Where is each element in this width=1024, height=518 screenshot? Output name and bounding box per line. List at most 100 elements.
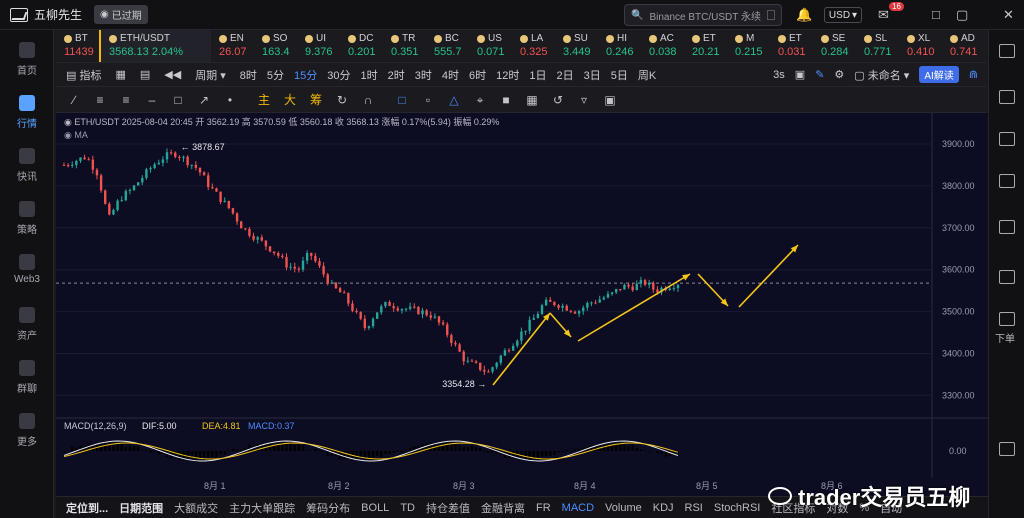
bottom-item-0[interactable]: 定位到... [66, 500, 108, 516]
ticker-item[interactable]: EN 26.07 [211, 30, 254, 62]
restore-icon[interactable]: ▢ [956, 7, 968, 23]
ticker-item[interactable]: XL 0.410 [899, 30, 942, 62]
bottom-item-13[interactable]: RSI [685, 502, 703, 514]
filter-icon[interactable]: ▿ [576, 93, 592, 107]
interval-4[interactable]: 1时 [361, 67, 378, 83]
arrow-tool-icon[interactable]: ↗ [196, 93, 212, 107]
interval-11[interactable]: 2日 [557, 67, 574, 83]
ticker-item[interactable]: AC 0.038 [641, 30, 684, 62]
interval-9[interactable]: 12时 [496, 67, 519, 83]
ticker-item[interactable]: SO 163.4 [254, 30, 297, 62]
search-input[interactable]: 🔍 Binance BTC/USDT 永续 [624, 4, 782, 26]
sidebar-item-3[interactable]: 策略 [0, 201, 54, 236]
layout-icon[interactable] [999, 270, 1015, 284]
calendar-icon[interactable] [999, 174, 1015, 188]
bottom-item-8[interactable]: 金融背离 [481, 500, 525, 516]
sidebar-item-4[interactable]: Web3 [0, 254, 54, 285]
ticker-item[interactable]: BT 11439 [56, 30, 99, 62]
measure-icon[interactable]: ↺ [550, 93, 566, 107]
sidebar-item-7[interactable]: 更多 [0, 413, 54, 448]
settings-icon[interactable]: ⚙ [834, 68, 844, 81]
ticker-item[interactable]: HI 0.246 [598, 30, 641, 62]
panel-icon[interactable] [999, 442, 1015, 456]
pencil-icon[interactable]: ✎ [815, 68, 824, 81]
compare-icon[interactable]: ▤ [140, 68, 150, 81]
line-tool-icon[interactable]: ∕ [66, 93, 82, 107]
draw-mode-icon[interactable]: △ [446, 93, 462, 107]
ticker-item[interactable]: SE 0.284 [813, 30, 856, 62]
interval-12[interactable]: 3日 [584, 67, 601, 83]
bottom-item-1[interactable]: 日期范围 [119, 500, 163, 516]
interval-13[interactable]: 5日 [611, 67, 628, 83]
magnet-icon[interactable]: ∩ [360, 93, 376, 107]
select-tool-icon[interactable]: □ [394, 93, 410, 107]
price-chart[interactable]: 3900.00 3800.00 3700.00 3600.00 3500.00 3400.… [56, 113, 988, 478]
ticker-item[interactable]: M 0.215 [727, 30, 770, 62]
interval-6[interactable]: 3时 [415, 67, 432, 83]
bottom-item-6[interactable]: TD [400, 502, 415, 514]
ticker-item[interactable]: DC 0.201 [340, 30, 383, 62]
hline-tool-icon[interactable]: ≡ [92, 93, 108, 107]
ticker-item[interactable]: TR 0.351 [383, 30, 426, 62]
indicator-button[interactable]: ▤ 指标 [66, 67, 101, 83]
sidebar-item-1[interactable]: 行情 [0, 95, 54, 130]
currency-select[interactable]: USD ▾ [824, 7, 862, 23]
minimize-icon[interactable]: □ [932, 7, 940, 22]
ticker-item[interactable]: ET 0.031 [770, 30, 813, 62]
big-order-button[interactable]: 大 [282, 93, 298, 107]
interval-10[interactable]: 1日 [529, 67, 546, 83]
close-icon[interactable]: ✕ [1003, 7, 1014, 23]
bottom-item-14[interactable]: StochRSI [714, 502, 760, 514]
mail-icon[interactable]: ✉ [878, 7, 889, 23]
interval-14[interactable]: 周K [638, 67, 656, 83]
interval-2[interactable]: 15分 [294, 67, 317, 83]
bottom-item-11[interactable]: Volume [605, 502, 642, 514]
ticker-item[interactable]: ET 20.21 [684, 30, 727, 62]
ticker-item[interactable]: ETH/USDT 3568.13 2.04% [99, 30, 211, 62]
sidebar-item-6[interactable]: 群聊 [0, 360, 54, 395]
ticker-item[interactable]: UI 9.376 [297, 30, 340, 62]
interval-7[interactable]: 4时 [442, 67, 459, 83]
ticker-item[interactable]: SU 3.449 [555, 30, 598, 62]
ticker-item[interactable]: LA 0.325 [512, 30, 555, 62]
chart-area[interactable]: 3900.00 3800.00 3700.00 3600.00 3500.00 3400.… [56, 113, 988, 498]
ticker-item[interactable]: BC 555.7 [426, 30, 469, 62]
interval-5[interactable]: 2时 [388, 67, 405, 83]
layout-select[interactable]: ▢ 未命名 ▾ [854, 67, 909, 83]
share-icon[interactable]: ⋒ [969, 68, 978, 81]
sync-icon[interactable]: ↻ [334, 93, 350, 107]
camera-icon[interactable]: ▣ [795, 68, 805, 81]
eraser-icon[interactable]: ▫ [420, 93, 436, 107]
main-indicator-button[interactable]: 主 [256, 93, 272, 107]
rect-tool-icon[interactable]: □ [170, 93, 186, 107]
copy-icon[interactable]: ▦ [524, 93, 540, 107]
document-icon[interactable] [999, 90, 1015, 104]
sidebar-item-5[interactable]: 资产 [0, 307, 54, 342]
delete-icon[interactable]: ▣ [602, 93, 618, 107]
period-button[interactable]: 周期 ▾ [195, 67, 226, 83]
brush-tool-icon[interactable]: • [222, 93, 238, 107]
ray-tool-icon[interactable]: – [144, 93, 160, 107]
calculator-icon[interactable] [999, 220, 1015, 234]
order-label[interactable]: 下单 [995, 330, 1015, 345]
trash-icon[interactable]: ■ [498, 93, 514, 107]
ticker-item[interactable]: US 0.071 [469, 30, 512, 62]
bottom-item-12[interactable]: KDJ [653, 502, 674, 514]
candle-type-icon[interactable]: ▦ [115, 68, 125, 81]
bottom-item-4[interactable]: 筹码分布 [306, 500, 350, 516]
bottom-item-2[interactable]: 大额成交 [174, 500, 218, 516]
list-icon[interactable] [999, 44, 1015, 58]
interval-0[interactable]: 8时 [240, 67, 257, 83]
replay-speed[interactable]: 3s [773, 69, 785, 81]
bottom-item-5[interactable]: BOLL [361, 502, 389, 514]
bottom-item-9[interactable]: FR [536, 502, 551, 514]
interval-8[interactable]: 6时 [469, 67, 486, 83]
sidebar-item-2[interactable]: 快讯 [0, 148, 54, 183]
gantt-icon[interactable]: ⌖ [472, 93, 488, 107]
sidebar-item-0[interactable]: 首页 [0, 42, 54, 77]
rewind-icon[interactable]: ◀◀ [164, 68, 181, 81]
bottom-item-10[interactable]: MACD [562, 502, 594, 514]
chart-icon[interactable] [999, 132, 1015, 146]
order-icon[interactable] [999, 312, 1015, 326]
interval-1[interactable]: 5分 [267, 67, 284, 83]
